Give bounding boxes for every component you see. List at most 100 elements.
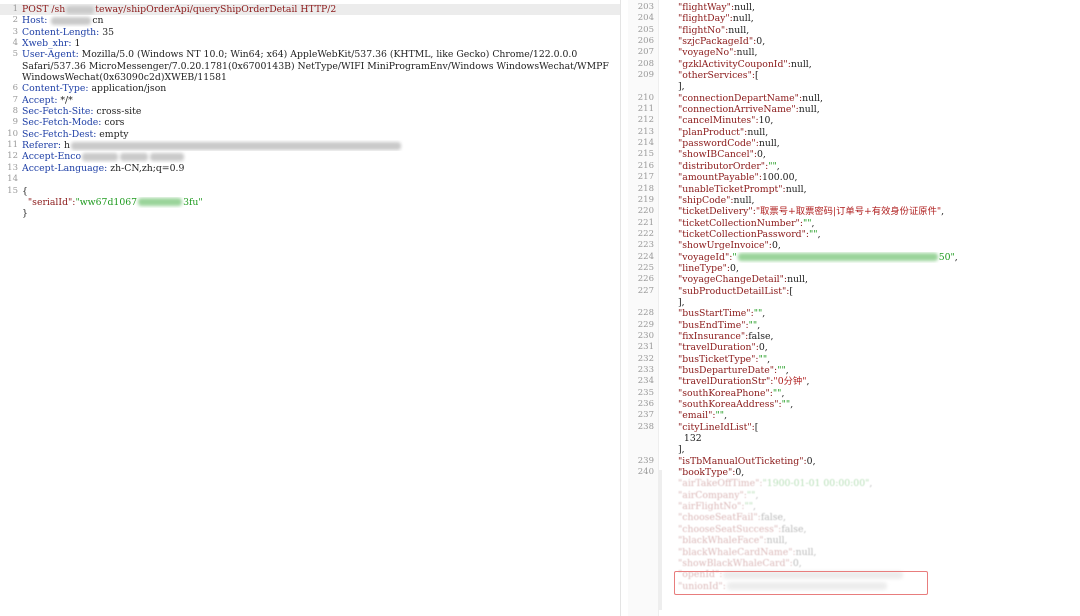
line-number: 239 (637, 455, 654, 466)
response-line: 206 "szjcPackageId":0, (628, 36, 1080, 47)
code-text: "voyageId":" 50", (678, 252, 1076, 263)
code-token: 50" (938, 251, 955, 263)
line-number: 215 (637, 149, 654, 160)
code-token: "chooseSeatSuccess": (678, 523, 782, 535)
response-line: 211 "connectionArriveName":null, (628, 104, 1080, 115)
response-line: 203 "flightWay":null, (628, 2, 1080, 13)
code-text: "unableTicketPrompt":null, (678, 184, 1076, 195)
code-token: "email": (678, 410, 716, 422)
line-number: 209 (637, 70, 654, 81)
line-number: 14 (7, 174, 18, 185)
code-text: "southKoreaAddress":"", (678, 399, 1076, 410)
scrollbar[interactable] (658, 470, 662, 610)
redacted-value (82, 152, 119, 161)
response-line: 226 "voyageChangeDetail":null, (628, 274, 1080, 285)
code-text: "isTbManualOutTicketing":0, (678, 456, 1076, 467)
line-number: 229 (637, 319, 654, 330)
code-text: "gzklActivityCouponId":null, (678, 59, 1076, 70)
code-token: ], (678, 296, 685, 308)
code-text: "bookType":0, (678, 467, 1076, 478)
code-text: "passwordCode":null, (678, 138, 1076, 149)
code-token: "showBlackWhaleCard": (678, 557, 793, 569)
response-line: 225 "lineType":0, (628, 263, 1080, 274)
code-token: "unableTicketPrompt": (678, 183, 786, 195)
code-text: User-Agent: Mozilla/5.0 (Windows NT 10.0… (22, 49, 616, 60)
line-number: 232 (637, 353, 654, 364)
code-token: } (22, 208, 28, 220)
code-token: 0, (757, 149, 766, 161)
code-token: , (869, 478, 873, 490)
code-token: application/json (91, 83, 167, 95)
response-line: 229 "busEndTime":"", (628, 320, 1080, 331)
redacted-value (66, 5, 95, 14)
redacted-value (737, 253, 938, 262)
response-line: 205 "flightNo":null, (628, 25, 1080, 36)
line-number: 224 (637, 251, 654, 262)
line-number: 227 (637, 285, 654, 296)
code-token: teway/shipOrderApi/queryShipOrderDetail … (95, 4, 337, 15)
line-number: 237 (637, 410, 654, 421)
code-token: "showIBCancel": (678, 149, 758, 161)
code-text: "blackWhaleCardName":null, (678, 547, 1076, 558)
line-number: 223 (637, 240, 654, 251)
code-text: "chooseSeatFail":false, (678, 512, 1076, 523)
response-line: 204 "flightDay":null, (628, 13, 1080, 24)
code-text: "busTicketType":"", (678, 354, 1076, 365)
line-number: 204 (637, 13, 654, 24)
code-text: Content-Type: application/json (22, 83, 616, 94)
line-number: 12 (7, 151, 18, 162)
code-text: "voyageChangeDetail":null, (678, 274, 1076, 285)
line-number: 207 (637, 47, 654, 58)
code-token: Safari/537.36 MicroMessenger/7.0.20.1781… (22, 60, 609, 72)
code-token: " (732, 251, 737, 263)
request-line: 5 User-Agent: Mozilla/5.0 (Windows NT 10.… (0, 49, 620, 60)
code-token: "shipCode": (678, 194, 734, 206)
line-number: 235 (637, 387, 654, 398)
code-token: null, (766, 535, 788, 547)
code-text: Accept: */* (22, 95, 616, 106)
code-token: 0, (758, 342, 768, 354)
code-text: "lineType":0, (678, 263, 1076, 274)
line-number: 4 (12, 38, 18, 49)
line-number: 218 (637, 183, 654, 194)
code-text: "cancelMinutes":10, (678, 115, 1076, 126)
code-text: "southKoreaPhone":"", (678, 388, 1076, 399)
code-token: , (785, 365, 789, 376)
code-token: null, (795, 546, 817, 558)
code-token: 100.00, (761, 172, 798, 184)
code-token: , (811, 217, 815, 229)
code-token: { (22, 185, 28, 197)
code-token: "" (715, 410, 725, 422)
code-text: ], (678, 81, 1076, 92)
code-token: null, (787, 274, 808, 286)
code-text: "busDepartureDate":"", (678, 365, 1076, 376)
code-token: 0, (735, 467, 745, 479)
line-number: 210 (637, 92, 654, 103)
response-line: 210 "connectionDepartName":null, (628, 93, 1080, 104)
code-token: "flightNo": (678, 24, 729, 36)
code-token: 132 (678, 433, 702, 445)
code-token: "flightWay": (678, 2, 735, 13)
code-text: "showIBCancel":0, (678, 149, 1076, 160)
code-token: Xweb_xhr: (22, 38, 75, 50)
request-editor[interactable]: 1 POST /sh teway/shipOrderApi/queryShipOrd… (0, 0, 621, 616)
code-text: "ticketDelivery":"取票号+取票密码|订单号+有效身份证原件", (678, 206, 1076, 217)
code-text: Safari/537.36 MicroMessenger/7.0.20.1781… (22, 61, 616, 72)
response-viewer[interactable]: 203 "flightWay":null, 204 "flightDay":null,… (628, 0, 1080, 616)
code-text: 132 (678, 433, 1076, 444)
request-line: 3 Content-Length: 35 (0, 27, 620, 38)
code-token: ], (678, 81, 685, 93)
line-number: 7 (12, 94, 18, 105)
line-number: 234 (637, 376, 654, 387)
code-text: "serialId":"ww67d1067 3fu" (22, 197, 616, 208)
code-text: "blackWhaleFace":null, (678, 535, 1076, 546)
code-token: cross-site (96, 106, 142, 118)
code-token: "ticketCollectionPassword": (678, 228, 810, 240)
response-line: "blackWhaleCardName":null, (628, 547, 1080, 558)
code-token: false, (781, 523, 807, 535)
code-token: "ww67d1067 (75, 196, 138, 208)
code-token: "southKoreaPhone": (678, 387, 773, 399)
redacted-value (138, 198, 183, 207)
code-token: cors (104, 117, 125, 129)
line-number: 228 (637, 308, 654, 319)
